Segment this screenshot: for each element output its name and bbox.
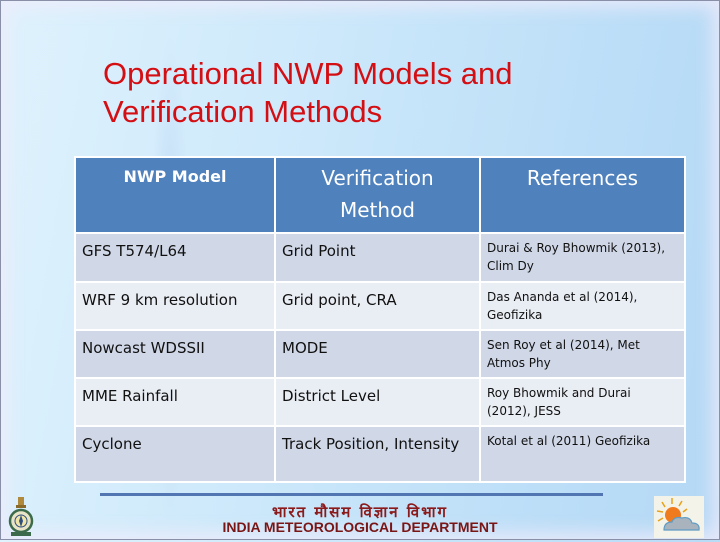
cell-reference: Durai & Roy Bhowmik (2013), Clim Dy [479, 232, 686, 283]
table-row: Nowcast WDSSII MODE Sen Roy et al (2014)… [74, 329, 686, 379]
header-verification-method: Verification Method [274, 156, 481, 234]
footer-divider [100, 493, 603, 496]
slide-title: Operational NWP Models and Verification … [103, 55, 623, 131]
cell-model: Nowcast WDSSII [74, 329, 276, 379]
sun-cloud-icon [654, 496, 704, 538]
nwp-table: NWP Model Verification Method References… [74, 156, 686, 483]
cell-model: MME Rainfall [74, 377, 276, 427]
cell-model: GFS T574/L64 [74, 232, 276, 283]
header-nwp-model: NWP Model [74, 156, 276, 234]
title-line-1: Operational NWP Models and [103, 56, 513, 91]
cell-method: Grid point, CRA [274, 281, 481, 331]
table-row: Cyclone Track Position, Intensity Kotal … [74, 425, 686, 483]
table-row: MME Rainfall District Level Roy Bhowmik … [74, 377, 686, 427]
cell-method: District Level [274, 377, 481, 427]
header-references: References [479, 156, 686, 234]
table-header-row: NWP Model Verification Method References [74, 156, 686, 234]
title-line-2: Verification Methods [103, 94, 383, 129]
table-row: GFS T574/L64 Grid Point Durai & Roy Bhow… [74, 232, 686, 283]
cell-method: Track Position, Intensity [274, 425, 481, 483]
cell-reference: Kotal et al (2011) Geofizika [479, 425, 686, 483]
cell-model: WRF 9 km resolution [74, 281, 276, 331]
cell-model: Cyclone [74, 425, 276, 483]
table-row: WRF 9 km resolution Grid point, CRA Das … [74, 281, 686, 331]
cell-reference: Das Ananda et al (2014), Geofizika [479, 281, 686, 331]
cell-method: MODE [274, 329, 481, 379]
footer-english-text: INDIA METEOROLOGICAL DEPARTMENT [222, 519, 498, 535]
cell-reference: Roy Bhowmik and Durai (2012), JESS [479, 377, 686, 427]
cell-reference: Sen Roy et al (2014), Met Atmos Phy [479, 329, 686, 379]
cell-method: Grid Point [274, 232, 481, 283]
